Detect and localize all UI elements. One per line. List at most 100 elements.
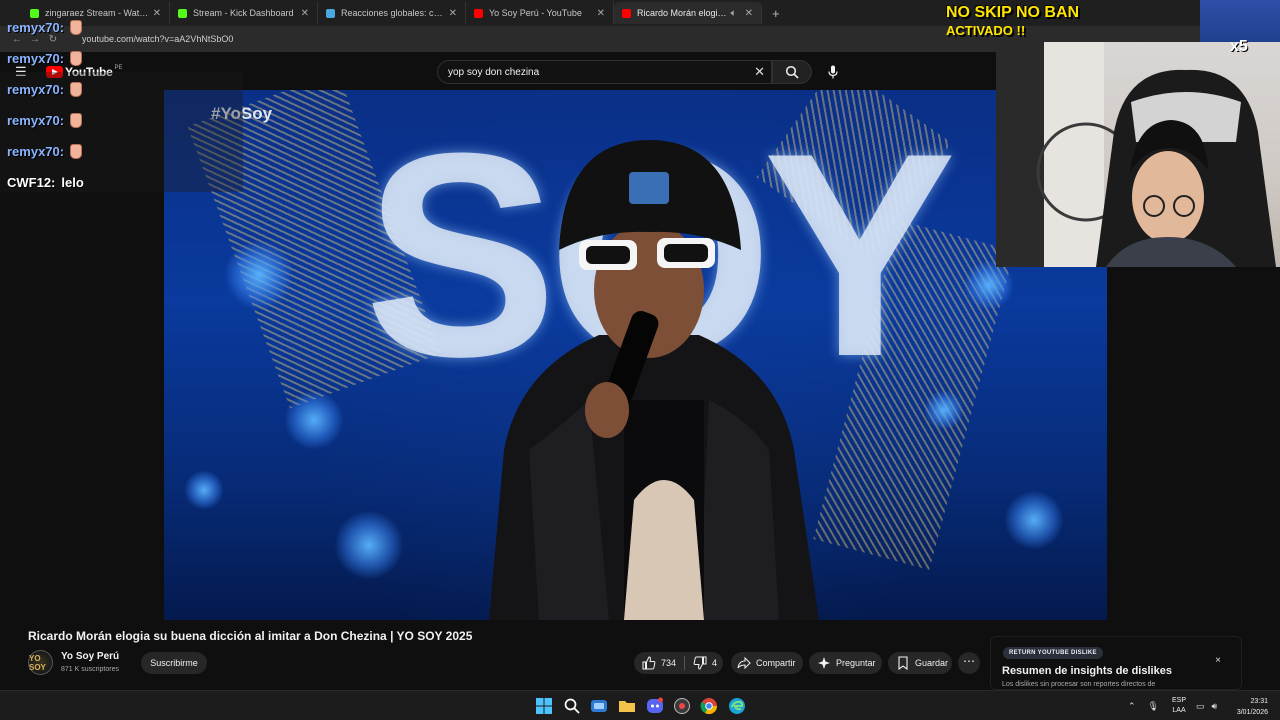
webcam-scene <box>996 42 1276 267</box>
volume-icon[interactable]: 🔊︎ <box>1212 701 1218 712</box>
taskbar: ⌃ 🎙︎ ESP LAA ▭ 🔊︎ 23:31 3/01/2026 <box>0 690 1280 720</box>
start-menu-icon[interactable] <box>535 697 553 715</box>
chrome-icon[interactable] <box>700 697 718 715</box>
chat-message: remyx70: <box>0 74 240 105</box>
emote-icon <box>70 51 83 66</box>
search-query: yop soy don chezina <box>448 66 540 78</box>
close-tab-icon[interactable]: ✕ <box>301 8 309 19</box>
ryd-badge: RETURN YOUTUBE DISLIKE <box>1003 647 1103 659</box>
widgets-icon[interactable] <box>590 697 608 715</box>
system-tray-icons: ▭ 🔊︎ <box>1196 691 1217 720</box>
voice-search-button[interactable] <box>821 60 845 84</box>
ask-label: Preguntar <box>836 658 876 668</box>
subscriber-count: 871 K suscriptores <box>61 666 119 673</box>
news-favicon-icon <box>326 8 335 18</box>
emote-icon <box>70 113 83 128</box>
search-icon <box>785 65 799 79</box>
audio-icon[interactable]: 🔈︎ <box>731 8 737 19</box>
no-skip-banner: NO SKIP NO BAN <box>946 4 1080 21</box>
tab-title: Yo Soy Perú - YouTube <box>489 8 582 18</box>
browser-tab-3[interactable]: Yo Soy Perú - YouTube ✕ <box>466 2 614 24</box>
share-button[interactable]: Compartir <box>731 652 803 674</box>
performer-figure <box>489 140 819 620</box>
file-explorer-icon[interactable] <box>618 697 636 715</box>
tab-title: Reacciones globales: condena... <box>341 8 445 18</box>
clock-time: 23:31 <box>1250 698 1268 705</box>
close-icon[interactable]: × <box>1215 655 1221 666</box>
app-icon[interactable] <box>673 697 691 715</box>
chat-username: remyx70: <box>7 82 65 97</box>
stream-chat-overlay: remyx70: remyx70: remyx70: remyx70: remy… <box>0 12 240 198</box>
chat-username: CWF12: <box>7 175 56 190</box>
chat-username: remyx70: <box>7 51 65 66</box>
input-language[interactable]: ESP LAA <box>1172 696 1186 716</box>
emote-icon <box>70 144 83 159</box>
search-button[interactable] <box>772 60 812 84</box>
emote-icon <box>70 82 83 97</box>
close-tab-icon[interactable]: ✕ <box>449 8 457 19</box>
clock[interactable]: 23:31 3/01/2026 <box>1237 696 1268 718</box>
edge-icon[interactable] <box>728 697 746 715</box>
divider <box>684 656 686 670</box>
channel-avatar[interactable]: YO SOY <box>28 650 53 675</box>
channel-name[interactable]: Yo Soy Perú <box>61 651 119 662</box>
system-tray: ⌃ 🎙︎ <box>1128 691 1159 720</box>
search-input[interactable]: yop soy don chezina ✕ <box>437 60 772 84</box>
bokeh-light <box>964 260 1014 310</box>
chat-message: remyx70: <box>0 136 240 167</box>
ryd-title: Resumen de insights de dislikes <box>1002 665 1172 677</box>
clear-search-icon[interactable]: ✕ <box>754 64 765 80</box>
activado-banner: ACTIVADO !! <box>946 23 1026 38</box>
chat-username: remyx70: <box>7 144 65 159</box>
microphone-icon[interactable]: 🎙︎ <box>1148 701 1159 712</box>
browser-tab-active[interactable]: Ricardo Morán elogia su bu... 🔈︎ ✕ <box>614 2 762 24</box>
close-tab-icon[interactable]: ✕ <box>597 8 605 19</box>
bokeh-light <box>184 470 224 510</box>
sparkle-icon <box>817 656 831 670</box>
bokeh-light <box>1004 490 1064 550</box>
save-button[interactable]: Guardar <box>888 652 952 674</box>
bokeh-light <box>334 510 404 580</box>
chat-text: lelo <box>61 175 84 190</box>
subscribe-button[interactable]: Suscribirme <box>141 652 207 674</box>
microphone-icon <box>828 65 838 79</box>
video-title: Ricardo Morán elogia su buena dicción al… <box>28 629 473 643</box>
network-icon[interactable]: ▭ <box>1196 701 1205 712</box>
save-label: Guardar <box>915 658 949 668</box>
video-player[interactable]: SOY #YoSoy <box>164 90 1107 620</box>
mascot-sticker <box>1200 0 1280 42</box>
like-count[interactable]: 734 <box>661 658 676 668</box>
browser-tab-2[interactable]: Reacciones globales: condena... ✕ <box>318 2 466 24</box>
return-dislike-panel: RETURN YOUTUBE DISLIKE × Resumen de insi… <box>990 636 1242 690</box>
bokeh-light <box>284 390 344 450</box>
tab-title: Ricardo Morán elogia su bu... <box>637 8 727 18</box>
chat-username: remyx70: <box>7 20 65 35</box>
lang-line-2: LAA <box>1172 707 1186 714</box>
youtube-favicon-icon <box>474 8 483 18</box>
new-tab-button[interactable]: + <box>772 6 780 21</box>
chat-message: remyx70: <box>0 12 240 43</box>
ryd-subtitle: Los dislikes sin procesar son reportes d… <box>1002 681 1156 688</box>
like-icon[interactable] <box>642 656 656 670</box>
like-dislike-group: 734 4 <box>634 652 723 674</box>
close-tab-icon[interactable]: ✕ <box>745 8 753 19</box>
tray-overflow-icon[interactable]: ⌃ <box>1128 701 1136 712</box>
lang-line-1: ESP <box>1172 697 1187 704</box>
share-icon <box>737 656 751 670</box>
youtube-favicon-icon <box>622 8 631 18</box>
bookmark-icon <box>896 656 910 671</box>
streamer-webcam <box>996 42 1280 267</box>
chat-username: remyx70: <box>7 113 65 128</box>
chat-message: remyx70: <box>0 43 240 74</box>
screen: zingaraez Stream - Watch Live ✕ Stream -… <box>0 0 1280 720</box>
ask-button[interactable]: Preguntar <box>809 652 882 674</box>
bokeh-light <box>224 240 294 310</box>
chat-message: CWF12: lelo <box>0 167 240 198</box>
clock-date: 3/01/2026 <box>1236 709 1268 716</box>
chat-message: remyx70: <box>0 105 240 136</box>
dislike-count[interactable]: 4 <box>712 658 717 668</box>
search-icon[interactable] <box>563 697 581 715</box>
discord-icon[interactable] <box>646 697 664 715</box>
dislike-icon[interactable] <box>693 656 707 670</box>
more-actions-button[interactable]: ⋯ <box>958 652 980 674</box>
